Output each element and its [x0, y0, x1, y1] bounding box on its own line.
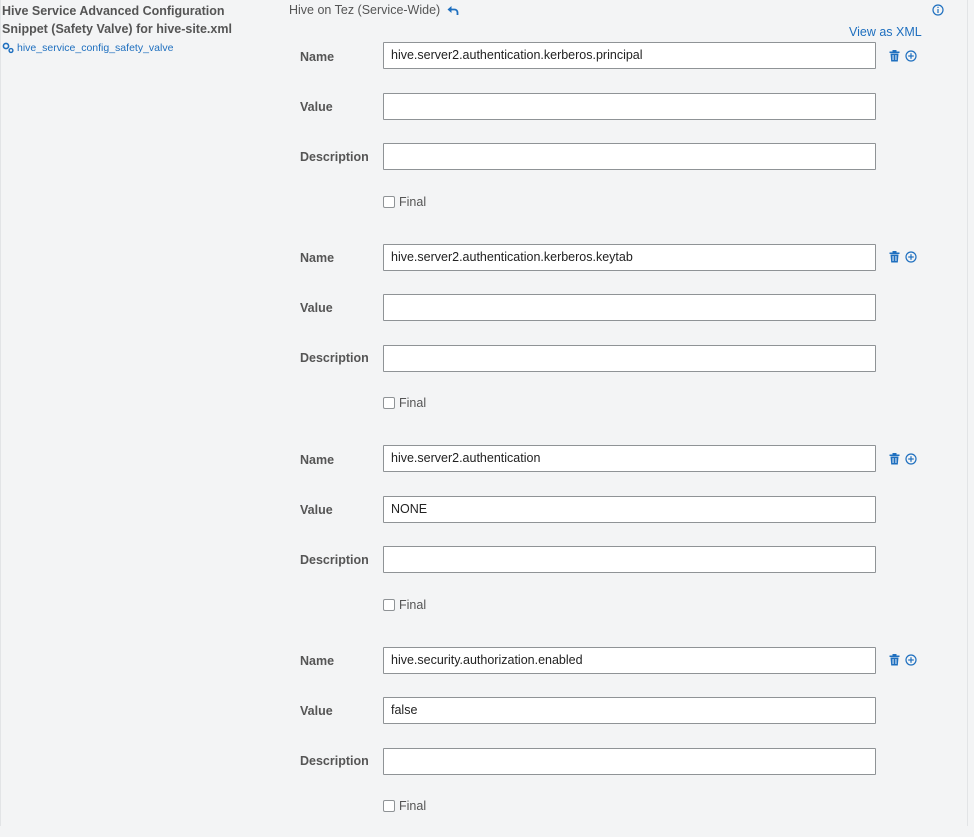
trash-icon[interactable]: [889, 251, 900, 263]
entry-actions: [889, 453, 917, 465]
entry-actions: [889, 251, 917, 263]
scope-label: Hive on Tez (Service-Wide): [289, 3, 441, 17]
trash-icon[interactable]: [889, 453, 900, 465]
final-checkbox[interactable]: [383, 599, 395, 611]
name-label: Name: [300, 453, 335, 467]
description-label: Description: [300, 150, 369, 164]
property-entry: Name hive.security.authorization.enabled…: [0, 647, 974, 837]
view-as-xml-link[interactable]: View as XML: [849, 25, 922, 39]
final-label: Final: [399, 195, 427, 209]
value-label: Value: [300, 100, 333, 114]
name-input[interactable]: hive.server2.authentication.kerberos.pri…: [383, 42, 876, 69]
property-entry: Name hive.server2.authentication Value N…: [0, 445, 974, 635]
property-entry: Name hive.server2.authentication.kerbero…: [0, 244, 974, 434]
name-input[interactable]: hive.server2.authentication.kerberos.key…: [383, 244, 876, 271]
value-input[interactable]: false: [383, 697, 876, 724]
plus-circle-icon[interactable]: [905, 50, 917, 62]
description-input[interactable]: [383, 143, 876, 170]
final-label: Final: [399, 598, 427, 612]
plus-circle-icon[interactable]: [905, 453, 917, 465]
name-label: Name: [300, 50, 335, 64]
final-option: Final: [383, 598, 426, 612]
final-option: Final: [383, 396, 426, 410]
property-entry: Name hive.server2.authentication.kerbero…: [0, 42, 974, 232]
scope-header: Hive on Tez (Service-Wide): [289, 3, 459, 17]
value-label: Value: [300, 704, 333, 718]
name-label: Name: [300, 654, 335, 668]
final-checkbox[interactable]: [383, 196, 395, 208]
description-input[interactable]: [383, 546, 876, 573]
info-circle-icon[interactable]: [932, 3, 944, 16]
entry-actions: [889, 50, 917, 62]
description-input[interactable]: [383, 748, 876, 775]
final-label: Final: [399, 396, 427, 410]
trash-icon[interactable]: [889, 50, 900, 62]
description-input[interactable]: [383, 345, 876, 372]
final-option: Final: [383, 195, 426, 209]
final-option: Final: [383, 799, 426, 813]
final-checkbox[interactable]: [383, 397, 395, 409]
name-input[interactable]: hive.server2.authentication: [383, 445, 876, 472]
plus-circle-icon[interactable]: [905, 654, 917, 666]
value-input[interactable]: [383, 93, 876, 120]
description-label: Description: [300, 553, 369, 567]
plus-circle-icon[interactable]: [905, 251, 917, 263]
trash-icon[interactable]: [889, 654, 900, 666]
name-input[interactable]: hive.security.authorization.enabled: [383, 647, 876, 674]
value-label: Value: [300, 503, 333, 517]
final-label: Final: [399, 799, 427, 813]
value-input[interactable]: [383, 294, 876, 321]
final-checkbox[interactable]: [383, 800, 395, 812]
name-label: Name: [300, 251, 335, 265]
value-input[interactable]: NONE: [383, 496, 876, 523]
value-label: Value: [300, 301, 333, 315]
property-title: Hive Service Advanced Configuration Snip…: [2, 4, 232, 36]
entry-actions: [889, 654, 917, 666]
description-label: Description: [300, 754, 369, 768]
description-label: Description: [300, 351, 369, 365]
undo-arrow-icon[interactable]: [447, 5, 459, 16]
